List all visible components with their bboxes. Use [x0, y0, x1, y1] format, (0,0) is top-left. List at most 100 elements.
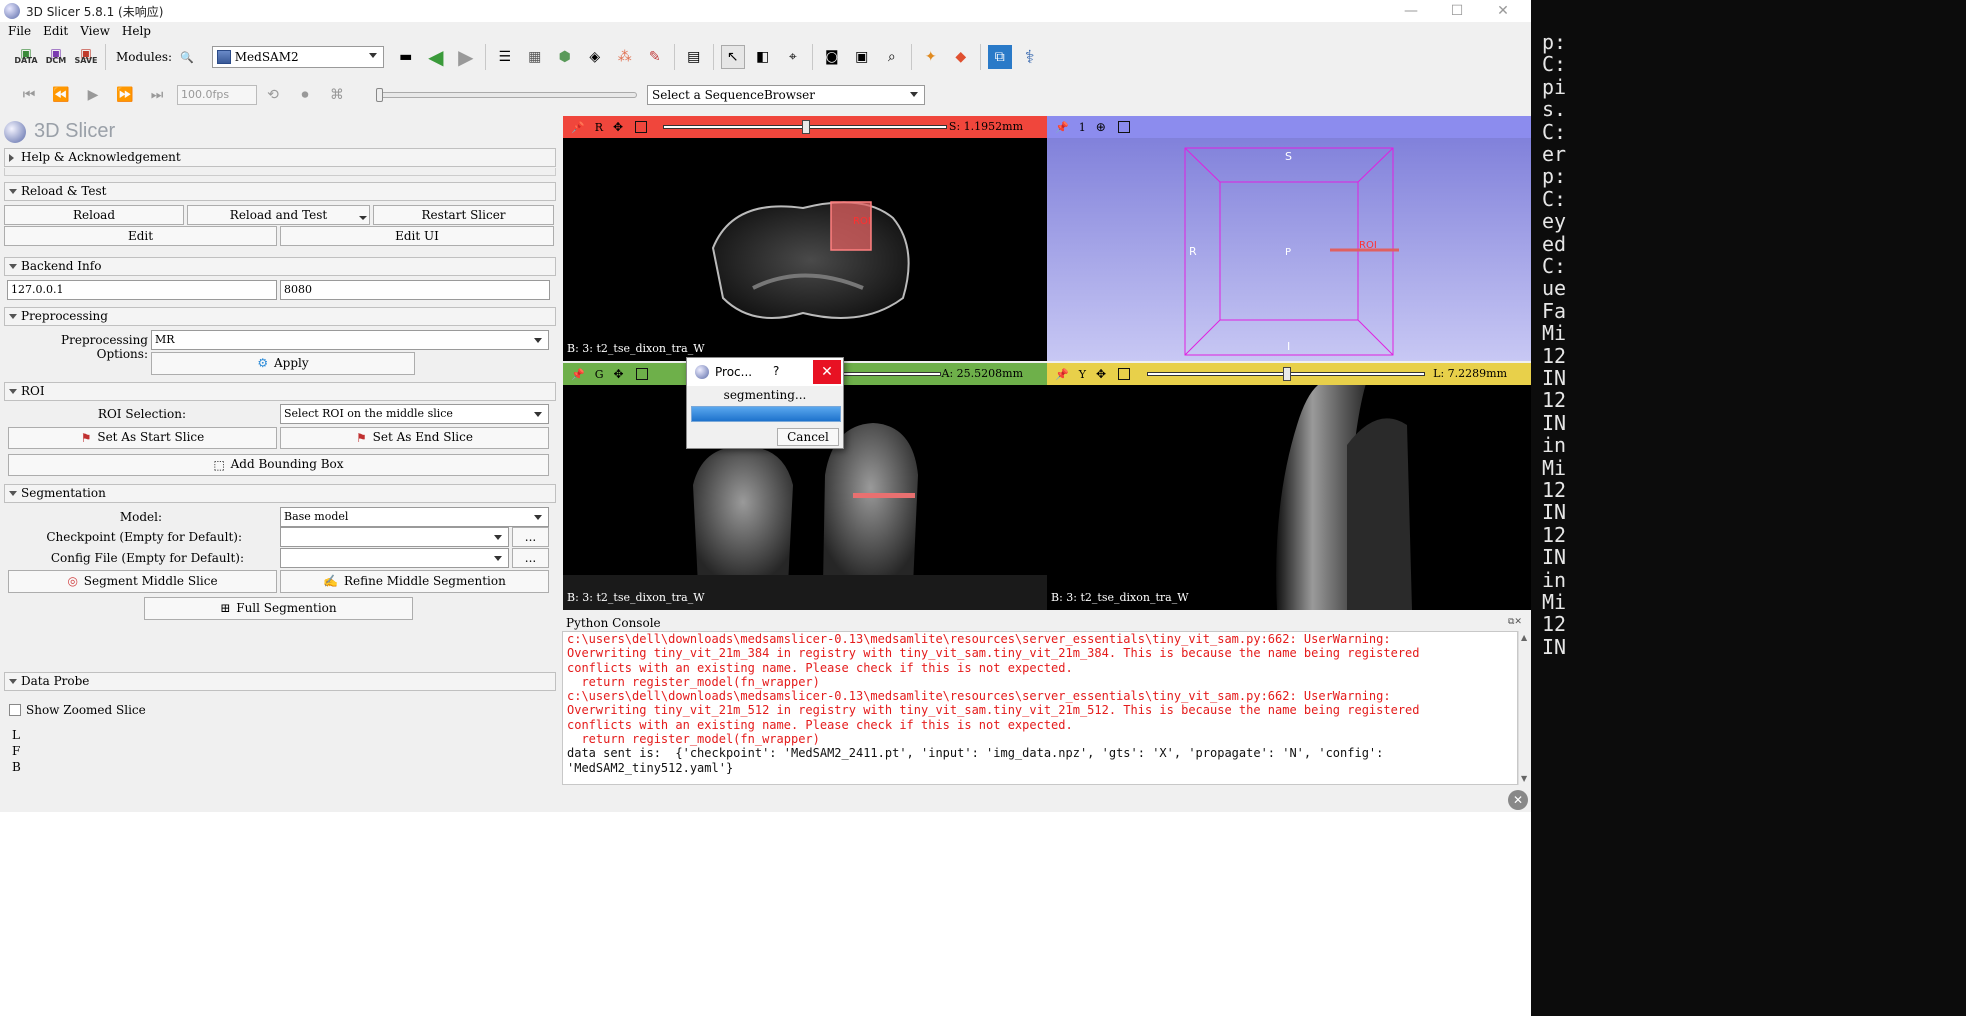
scroll-down-icon[interactable]: ▼ — [1521, 774, 1527, 783]
layout-list-icon[interactable]: ☰ — [493, 45, 517, 69]
maximize-view-icon[interactable] — [1117, 121, 1130, 133]
markup-box-icon[interactable]: ◆ — [949, 45, 973, 69]
console-scrollbar[interactable]: ▲ ▼ — [1518, 631, 1531, 785]
next-frame-icon[interactable]: ⏩ — [114, 84, 136, 106]
minimize-button[interactable]: — — [1388, 0, 1434, 22]
segment-middle-slice-button[interactable]: ◎ Segment Middle Slice — [8, 570, 277, 593]
forward-arrow-icon[interactable]: ▶ — [454, 45, 478, 69]
red-slice-slider[interactable] — [663, 120, 947, 134]
edit-button[interactable]: Edit — [4, 226, 277, 246]
screenshot-icon[interactable]: ◙ — [820, 45, 844, 69]
prev-frame-icon[interactable]: ⏪ — [50, 84, 72, 106]
window-level-icon[interactable]: ◧ — [751, 45, 775, 69]
pin-icon[interactable]: 📌 — [571, 368, 585, 381]
center-view-icon[interactable]: ⊕ — [1096, 120, 1106, 134]
maximize-view-icon[interactable] — [635, 121, 648, 133]
yellow-slice-slider[interactable] — [1147, 367, 1425, 381]
first-frame-icon[interactable]: ⏮ — [18, 84, 40, 106]
last-frame-icon[interactable]: ⏭ — [146, 84, 168, 106]
edit-ui-button[interactable]: Edit UI — [280, 226, 554, 246]
slider-knob[interactable] — [802, 120, 810, 134]
maximize-button[interactable]: ☐ — [1434, 0, 1480, 22]
show-zoomed-slice-checkbox[interactable] — [9, 704, 21, 716]
crosshair-icon[interactable]: ⌖ — [781, 45, 805, 69]
sequence-slider-knob[interactable] — [376, 88, 383, 102]
fps-field[interactable]: 100.0fps — [177, 85, 257, 105]
roi-section-header[interactable]: ROI — [4, 382, 556, 401]
sequence-slider[interactable] — [376, 88, 637, 102]
console-float-icon[interactable]: ⧉✕ — [1508, 617, 1522, 627]
full-segmention-button[interactable]: ⊞ Full Segmention — [144, 597, 413, 620]
record-icon[interactable]: ⏺ — [294, 84, 316, 106]
loop-icon[interactable]: ⟲ — [262, 84, 284, 106]
python-icon[interactable]: ⚕ — [1018, 45, 1042, 69]
backend-host-input[interactable]: 127.0.0.1 — [7, 280, 277, 300]
save-button[interactable]: ▣ SAVE — [74, 45, 98, 69]
segment-editor-icon[interactable]: ✎ — [643, 45, 667, 69]
preprocessing-section-header[interactable]: Preprocessing — [4, 307, 556, 326]
cancel-button[interactable]: Cancel — [777, 428, 839, 446]
green-slice-slider[interactable] — [843, 372, 941, 376]
restart-slicer-button[interactable]: Restart Slicer — [373, 205, 554, 225]
pin-icon[interactable]: 📌 — [1055, 121, 1069, 134]
reload-section-header[interactable]: Reload & Test — [4, 182, 556, 201]
search-view-icon[interactable]: ⌕ — [880, 45, 904, 69]
terminal-window[interactable]: p: C: pi s. C: er p: C: ey ed C: ue Fa Mi 12 IN 12 IN in Mi… — [1531, 0, 1966, 1016]
module-search-icon[interactable]: 🔍 — [180, 51, 194, 64]
link-icon[interactable]: ✥ — [614, 367, 624, 381]
scroll-up-icon[interactable]: ▲ — [1521, 633, 1527, 642]
config-browse-button[interactable]: ... — [512, 548, 549, 568]
pin-icon[interactable]: 📌 — [1055, 368, 1069, 381]
module-selector[interactable]: MedSAM2 — [211, 46, 384, 68]
maximize-view-icon[interactable] — [635, 368, 648, 380]
menu-file[interactable]: File — [8, 24, 31, 38]
volume-cube-icon[interactable]: ▦ — [523, 45, 547, 69]
menu-view[interactable]: View — [80, 24, 110, 38]
data-probe-section-header[interactable]: Data Probe — [4, 672, 556, 691]
slider-knob[interactable] — [1283, 367, 1291, 381]
backend-section-header[interactable]: Backend Info — [4, 257, 556, 276]
markups-icon[interactable]: ⁂ — [613, 45, 637, 69]
pointer-icon[interactable]: ↖ — [720, 45, 745, 69]
checkpoint-browse-button[interactable]: ... — [512, 527, 549, 547]
refine-middle-segmention-button[interactable]: ✍ Refine Middle Segmention — [280, 570, 549, 593]
segmentation-section-header[interactable]: Segmentation — [4, 484, 556, 503]
set-start-slice-button[interactable]: ⚑ Set As Start Slice — [8, 427, 277, 449]
preprocessing-options-select[interactable]: MR — [151, 330, 549, 350]
capture-icon[interactable]: ▣ — [850, 45, 874, 69]
apply-button[interactable]: ⚙ Apply — [151, 352, 415, 375]
model-icon[interactable]: ⬢ — [553, 45, 577, 69]
snapshot-icon[interactable]: ⌘ — [326, 84, 348, 106]
menu-edit[interactable]: Edit — [43, 24, 68, 38]
backend-port-input[interactable]: 8080 — [280, 280, 550, 300]
add-bounding-box-button[interactable]: ⬚ Add Bounding Box — [8, 454, 549, 476]
menu-help[interactable]: Help — [122, 24, 151, 38]
layout-icon[interactable]: ▤ — [682, 45, 706, 69]
config-file-select[interactable] — [280, 548, 509, 568]
back-arrow-icon[interactable]: ◀ — [424, 45, 448, 69]
close-window-button[interactable]: ✕ — [1480, 0, 1526, 22]
link-icon[interactable]: ✥ — [1096, 367, 1106, 381]
3d-view[interactable]: 📌 1 ⊕ ROI S R P I — [1047, 116, 1531, 361]
model-select[interactable]: Base model — [280, 507, 549, 527]
load-data-button[interactable]: ▣ DATA — [14, 45, 38, 69]
red-slice-view[interactable]: 📌 R ✥ S: 1.1952mm ROI B: 3: t2_tse_dixon… — [563, 116, 1047, 361]
help-section-header[interactable]: Help & Acknowledgement — [4, 148, 556, 167]
sequence-browser-select[interactable]: Select a SequenceBrowser — [647, 85, 925, 105]
clear-console-icon[interactable]: ✕ — [1508, 790, 1528, 810]
set-end-slice-button[interactable]: ⚑ Set As End Slice — [280, 427, 549, 449]
pin-icon[interactable]: 📌 — [571, 121, 585, 134]
link-icon[interactable]: ✥ — [613, 120, 623, 134]
help-button[interactable]: ? — [773, 364, 779, 378]
roi-selection-select[interactable]: Select ROI on the middle slice — [280, 404, 549, 424]
module-history-icon[interactable]: ▬ — [394, 45, 418, 69]
transforms-icon[interactable]: ◈ — [583, 45, 607, 69]
play-icon[interactable]: ▶ — [82, 84, 104, 106]
python-console-output[interactable]: c:\users\dell\downloads\medsamslicer-0.1… — [562, 631, 1518, 785]
reload-button[interactable]: Reload — [4, 205, 184, 225]
dialog-close-button[interactable]: ✕ — [813, 360, 841, 384]
checkpoint-select[interactable] — [280, 527, 509, 547]
yellow-slice-view[interactable]: 📌 Y ✥ L: 7.2289mm B: 3: t2_tse_dixon_tra… — [1047, 363, 1531, 610]
dicom-button[interactable]: ▣ DCM — [44, 45, 68, 69]
reload-test-button[interactable]: Reload and Test — [187, 205, 370, 225]
